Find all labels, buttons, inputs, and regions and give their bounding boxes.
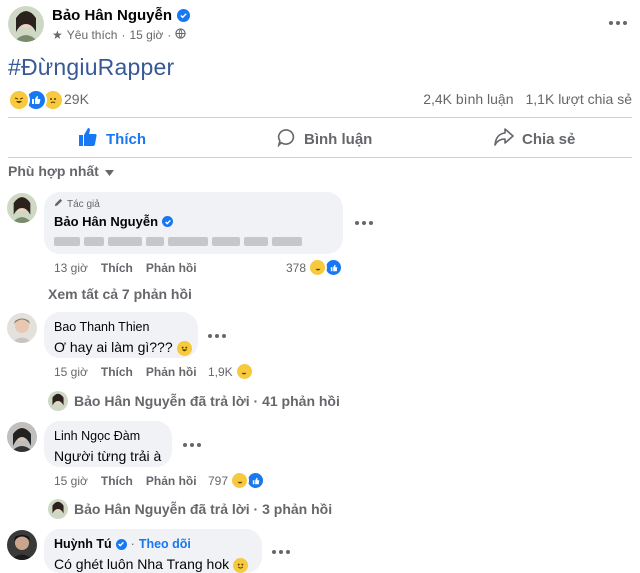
comment-timestamp[interactable]: 15 giờ — [54, 474, 88, 488]
comment-author-name[interactable]: Bao Thanh Thien — [54, 320, 149, 334]
reply-summary[interactable]: Bảo Hân Nguyễn đã trả lời · 41 phản hồi — [48, 391, 340, 411]
haha-icon — [8, 89, 30, 111]
comment-bubble-icon — [277, 128, 296, 151]
caret-down-icon — [104, 163, 114, 179]
comment-reply-button[interactable]: Phản hồi — [146, 261, 197, 275]
commenter-avatar[interactable] — [7, 530, 37, 560]
comment-text-content: Ơ hay ai làm gì??? — [54, 339, 173, 355]
post-reaction-icons[interactable] — [8, 89, 64, 111]
verified-badge-icon — [162, 216, 174, 227]
meta-separator-dot: · — [167, 28, 172, 42]
comment-author[interactable]: Huỳnh Tú · Theo dõi — [54, 537, 191, 551]
comment-author-name[interactable]: Bảo Hân Nguyễn — [54, 214, 158, 229]
comment-reply-button[interactable]: Phản hồi — [146, 365, 197, 379]
blurred-comment-text — [54, 233, 306, 251]
haha-icon — [230, 471, 250, 490]
comment-reactions[interactable]: 797 — [208, 471, 266, 490]
pencil-icon — [54, 198, 63, 210]
comment-label: Bình luận — [304, 130, 373, 148]
verified-badge-icon — [115, 538, 127, 550]
comment-text: Ơ hay ai làm gì??? — [54, 339, 192, 356]
comment-bubble[interactable]: Bao Thanh Thien Ơ hay ai làm gì??? — [44, 312, 198, 358]
comment-author[interactable]: Bảo Hân Nguyễn — [54, 214, 174, 229]
comment-reaction-count: 797 — [208, 473, 229, 488]
comment-actions: 15 giờ Thích Phản hồi — [54, 474, 197, 488]
reply-summary-text: Bảo Hân Nguyễn đã trả lời · 41 phản hồi — [74, 393, 340, 409]
comment-author-name[interactable]: Linh Ngọc Đàm — [54, 429, 140, 443]
comment-like-button[interactable]: Thích — [101, 474, 133, 488]
comment-timestamp[interactable]: 15 giờ — [54, 365, 88, 379]
comment-more-options-button[interactable] — [208, 334, 226, 338]
post-meta: ★ Yêu thích · 15 giờ · — [52, 28, 187, 42]
comment-reaction-count: 1,9K — [208, 364, 233, 379]
comment-like-button[interactable]: Thích — [101, 365, 133, 379]
post-author-avatar[interactable] — [8, 6, 44, 42]
comment-actions: 13 giờ Thích Phản hồi — [54, 261, 197, 275]
divider-bottom — [8, 157, 632, 158]
comment-more-options-button[interactable] — [183, 443, 201, 447]
comment-text-content: Có ghét luôn Nha Trang hok — [54, 556, 230, 572]
verified-badge-icon — [177, 9, 191, 22]
comment-text: Người từng trải à — [54, 448, 161, 464]
comment-reactions[interactable]: 1,9K — [208, 362, 254, 381]
comment-text-content: Người từng trải à — [54, 448, 162, 464]
comment-reaction-count: 378 — [286, 260, 307, 275]
share-button[interactable]: Chia sẻ — [494, 126, 575, 152]
haha-icon — [308, 258, 328, 277]
commenter-avatar[interactable] — [7, 313, 37, 343]
comment-author[interactable]: Linh Ngọc Đàm — [54, 429, 140, 443]
comment-text: Có ghét luôn Nha Trang hok — [54, 556, 249, 573]
author-badge-label: Tác giả — [67, 198, 100, 210]
comment-more-options-button[interactable] — [355, 221, 373, 225]
share-arrow-icon — [494, 128, 514, 150]
post-reaction-count[interactable]: 29K — [64, 91, 89, 107]
comment-bubble[interactable]: Linh Ngọc Đàm Người từng trải à — [44, 421, 172, 467]
comment-bubble[interactable]: Huỳnh Tú · Theo dõi Có ghét luôn Nha Tra… — [44, 529, 262, 573]
meta-separator: · — [121, 28, 126, 42]
reply-summary-text: Bảo Hân Nguyễn đã trả lời · 3 phản hồi — [74, 501, 333, 517]
comment-timestamp[interactable]: 13 giờ — [54, 261, 88, 275]
post-timestamp[interactable]: 15 giờ — [129, 28, 163, 42]
comment-author[interactable]: Bao Thanh Thien — [54, 320, 149, 334]
divider-top — [8, 117, 632, 118]
haha-icon — [234, 362, 254, 381]
reply-author-avatar — [48, 391, 68, 411]
post-hashtag[interactable]: #ĐừngiuRapper — [8, 54, 174, 81]
comment-reply-button[interactable]: Phản hồi — [146, 474, 197, 488]
comment-bubble[interactable]: Tác giả Bảo Hân Nguyễn — [44, 192, 343, 254]
star-icon: ★ — [52, 28, 63, 42]
post-stats: 2,4K bình luận 1,1K lượt chia sẻ — [423, 91, 632, 107]
share-label: Chia sẻ — [522, 130, 576, 148]
like-button[interactable]: Thích — [78, 126, 146, 152]
follow-separator: · — [130, 537, 135, 551]
favorite-label: Yêu thích — [66, 28, 118, 42]
post-author-name-text[interactable]: Bảo Hân Nguyễn — [52, 7, 172, 24]
commenter-avatar[interactable] — [7, 193, 37, 223]
grin-emoji-icon — [176, 340, 192, 356]
comments-count[interactable]: 2,4K bình luận — [423, 91, 513, 107]
reply-author-avatar — [48, 499, 68, 519]
like-label: Thích — [106, 130, 146, 148]
follow-button[interactable]: Theo dõi — [139, 537, 191, 551]
post-more-options-button[interactable] — [604, 12, 632, 34]
comment-button[interactable]: Bình luận — [277, 126, 372, 152]
comment-reactions[interactable]: 378 — [286, 258, 344, 277]
comment-like-button[interactable]: Thích — [101, 261, 133, 275]
comment-author-name[interactable]: Huỳnh Tú — [54, 537, 112, 551]
smile-emoji-icon — [233, 557, 249, 573]
shares-count[interactable]: 1,1K lượt chia sẻ — [526, 91, 633, 107]
reply-summary[interactable]: Bảo Hân Nguyễn đã trả lời · 3 phản hồi — [48, 499, 332, 519]
author-badge: Tác giả — [54, 198, 100, 210]
comment-actions: 15 giờ Thích Phản hồi — [54, 365, 197, 379]
public-globe-icon[interactable] — [175, 28, 187, 42]
see-all-replies-link[interactable]: Xem tất cả 7 phản hồi — [48, 286, 192, 302]
post-author-name[interactable]: Bảo Hân Nguyễn — [52, 7, 191, 24]
comment-more-options-button[interactable] — [272, 550, 290, 554]
commenter-avatar[interactable] — [7, 422, 37, 452]
sort-label: Phù hợp nhất — [8, 163, 99, 179]
like-thumb-icon — [78, 127, 98, 151]
comment-sort-dropdown[interactable]: Phù hợp nhất — [8, 163, 114, 179]
